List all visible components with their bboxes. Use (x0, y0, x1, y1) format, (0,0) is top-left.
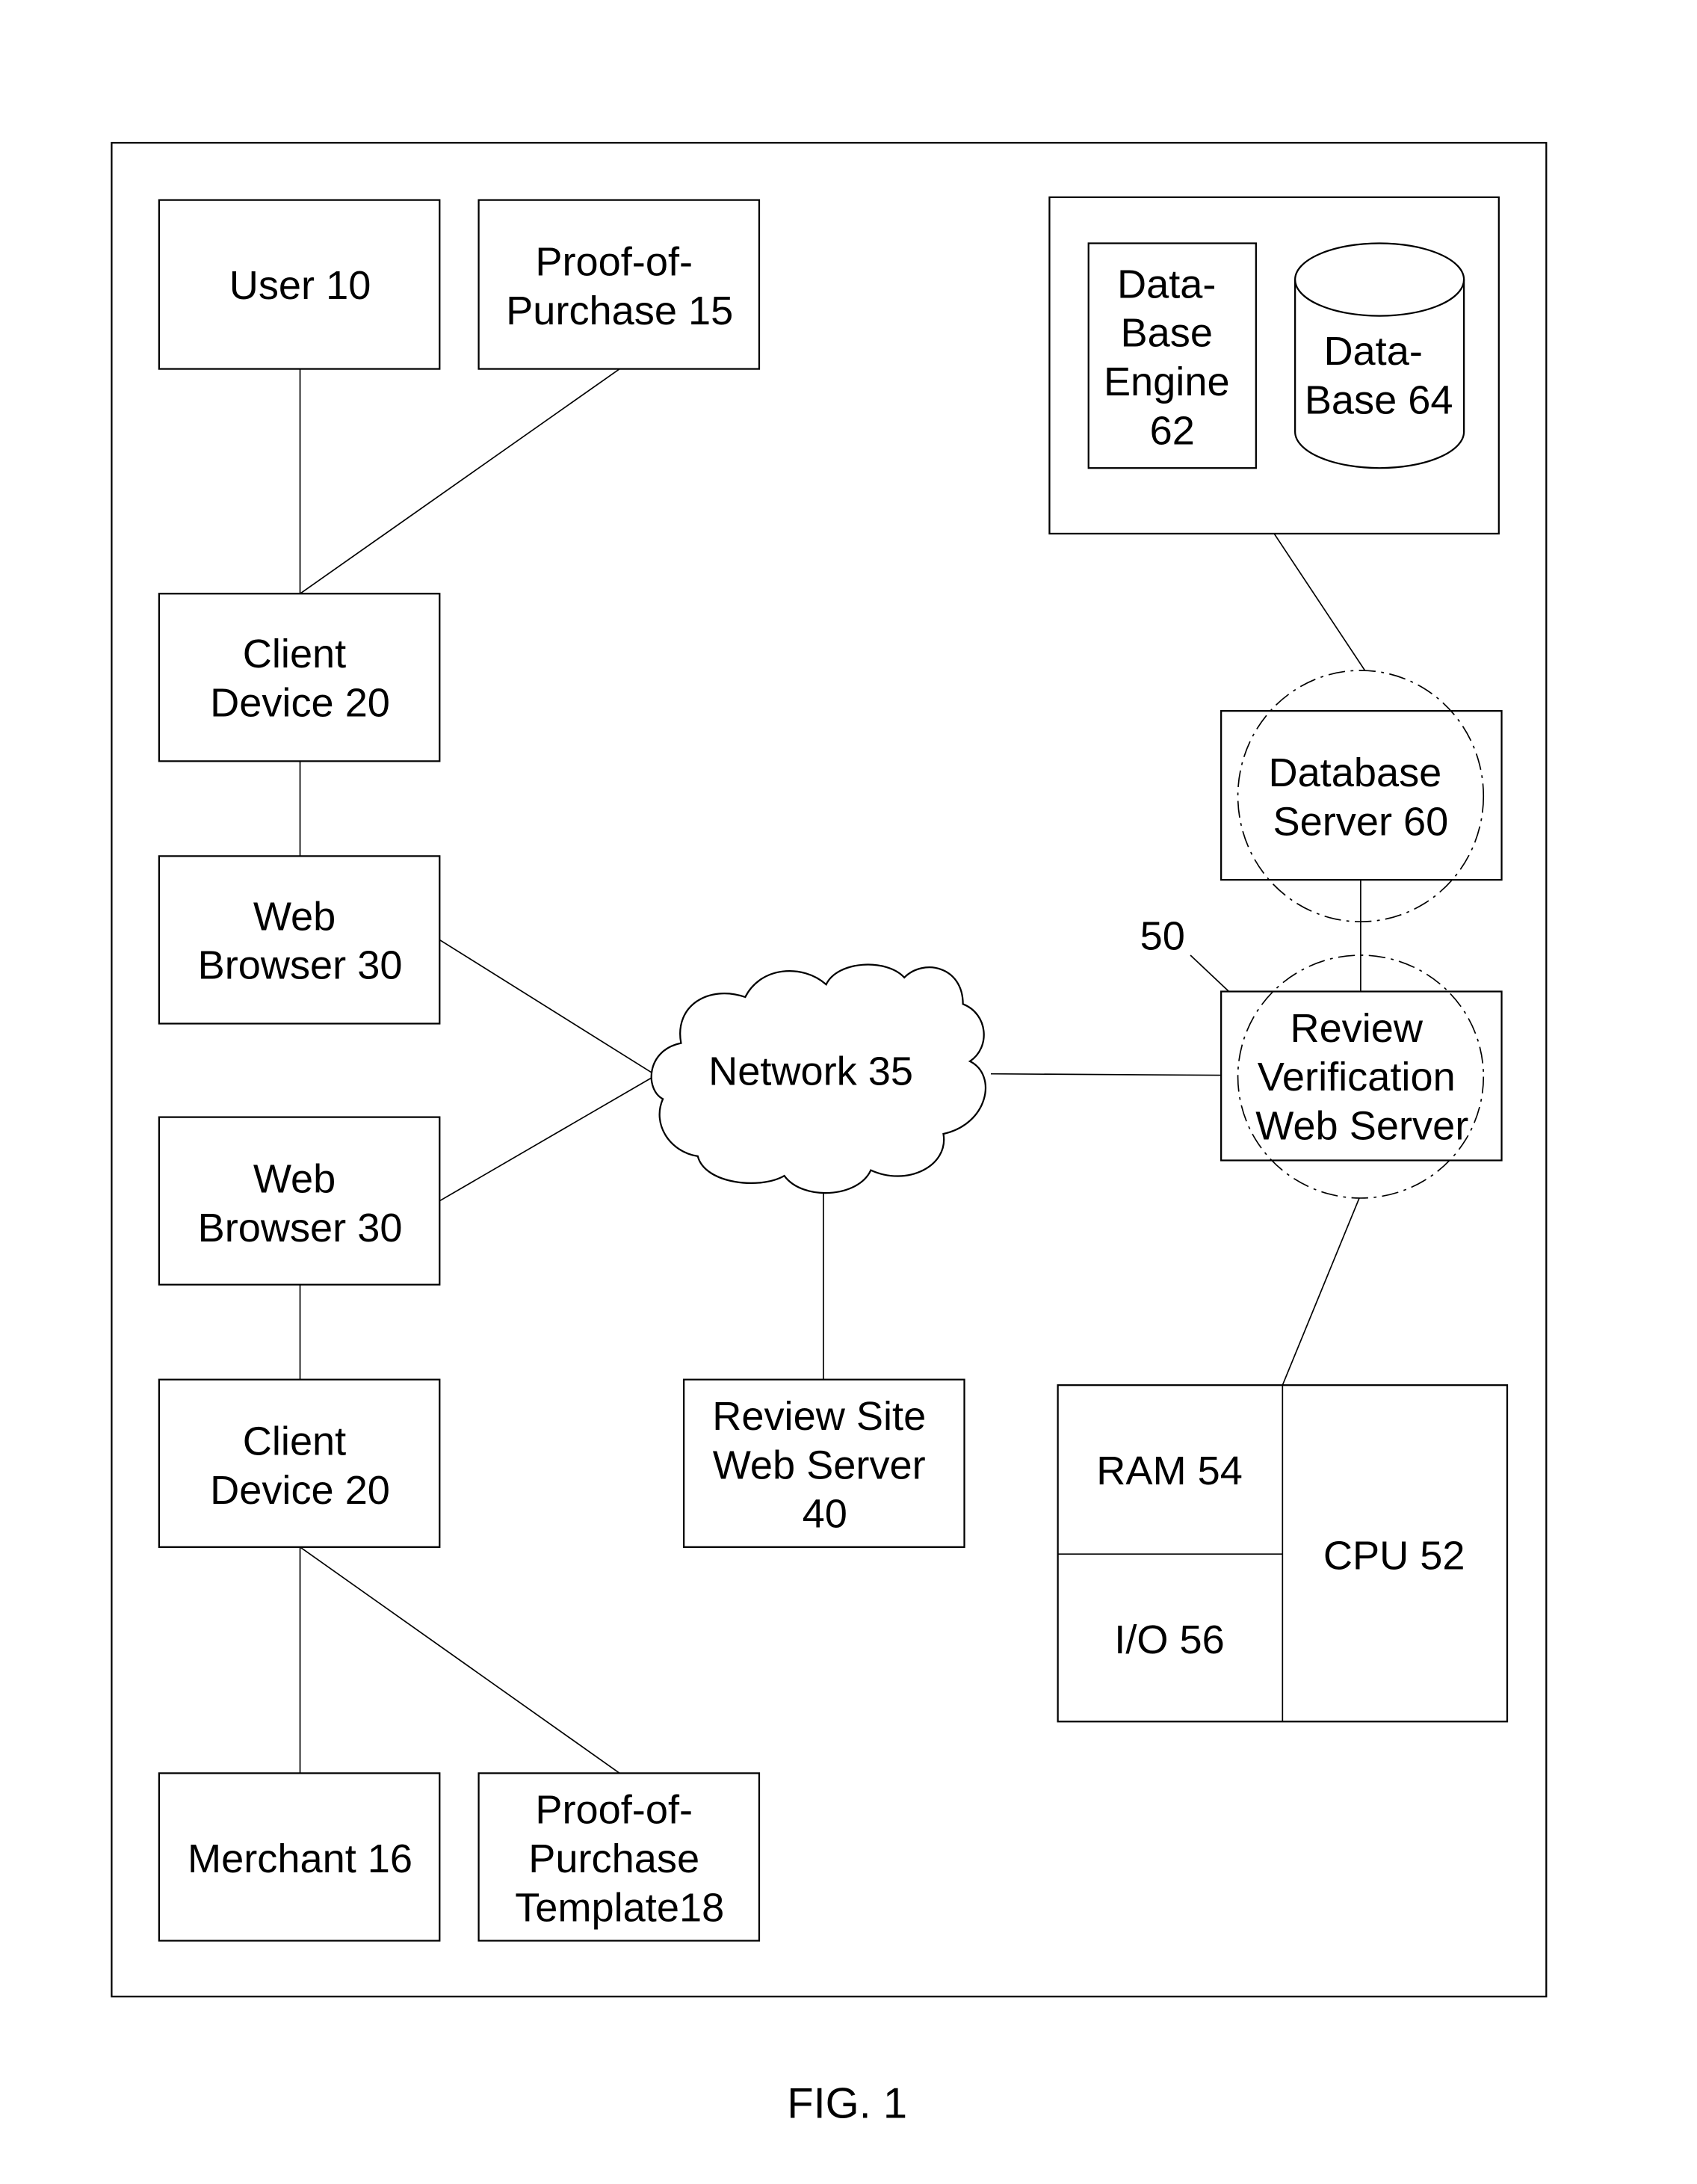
database-container: Data- Base Engine 62 Data- Base 64 (1048, 196, 1500, 535)
node-network-cloud: Network 35 (650, 963, 986, 1194)
system-diagram: User 10 Proof-of- Purchase 15 Client Dev… (111, 141, 1548, 2128)
node-web-browser-bottom: Web Browser 30 (158, 1116, 441, 1286)
node-web-browser-top: Web Browser 30 (158, 855, 441, 1025)
node-proof-of-purchase-template: Proof-of- Purchase Template18 (477, 1772, 761, 1942)
io-label: I/O 56 (1114, 1617, 1225, 1662)
merchant-label: Merchant 16 (188, 1836, 412, 1881)
ram-label: RAM 54 (1096, 1449, 1243, 1493)
proof-template-label: Proof-of- Purchase Template18 (515, 1788, 724, 1931)
node-user: User 10 (158, 199, 441, 370)
node-review-site-web-server: Review Site Web Server 40 (683, 1378, 965, 1548)
node-client-device-top: Client Device 20 (158, 593, 441, 762)
node-database-engine: Data- Base Engine 62 (1087, 242, 1257, 469)
reference-label-50: 50 (1140, 914, 1185, 959)
network-label: Network 35 (708, 1049, 913, 1094)
node-proof-of-purchase: Proof-of- Purchase 15 (477, 199, 761, 370)
cpu-label: CPU 52 (1323, 1534, 1465, 1579)
node-merchant: Merchant 16 (158, 1772, 441, 1942)
node-database: Data- Base 64 (1294, 242, 1465, 469)
user-label: User 10 (229, 263, 371, 308)
node-client-device-bottom: Client Device 20 (158, 1378, 441, 1548)
compute-block: RAM 54 I/O 56 CPU 52 (1057, 1384, 1509, 1723)
figure-caption: FIG. 1 (787, 2080, 907, 2128)
